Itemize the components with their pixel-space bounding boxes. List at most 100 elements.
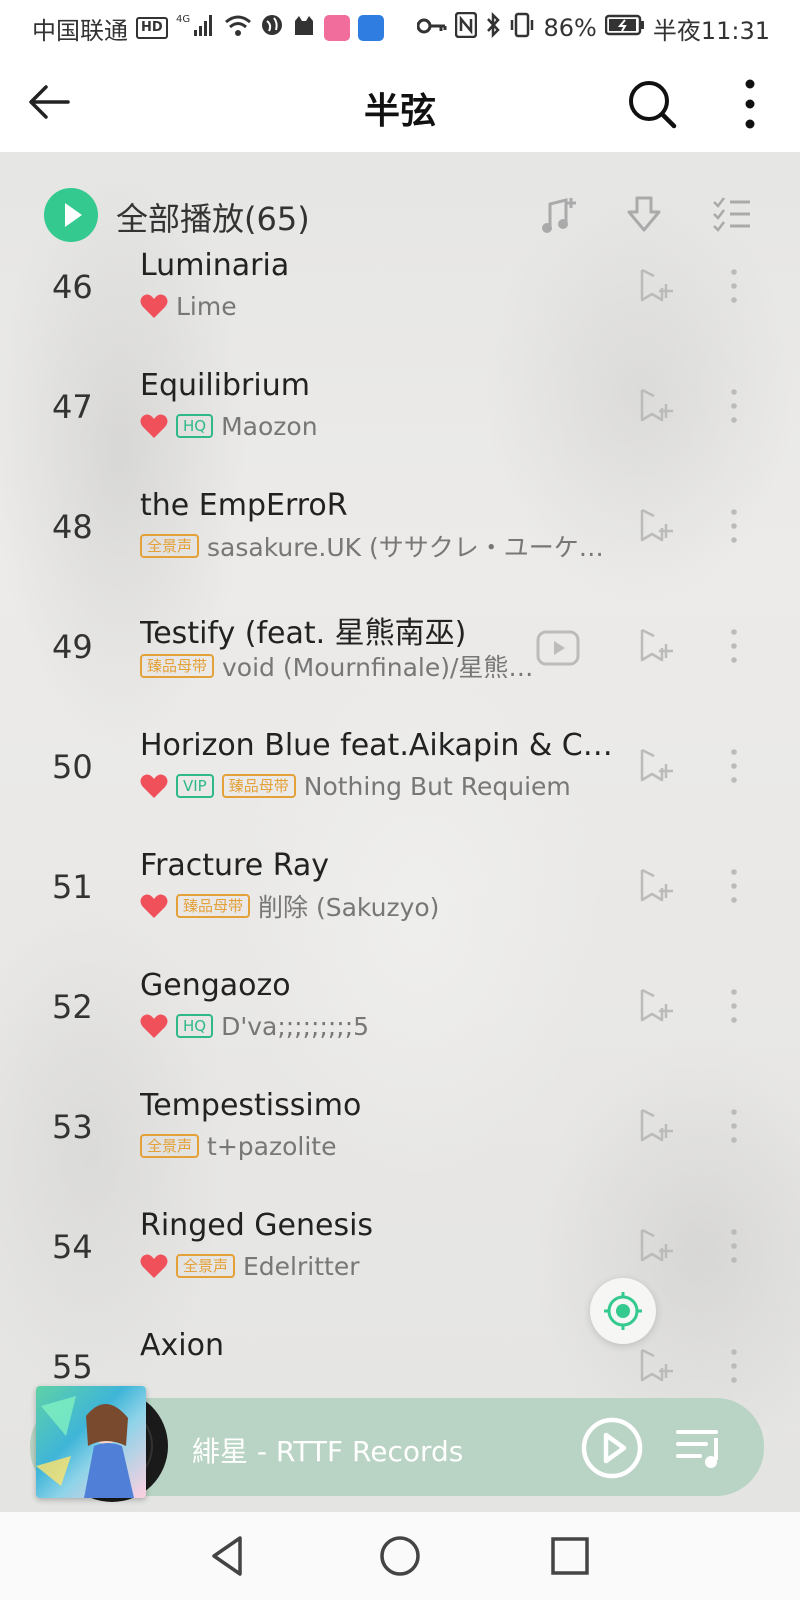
vibrate-icon: [509, 12, 535, 44]
add-to-playlist-icon[interactable]: [638, 1226, 676, 1266]
triangle-back-icon: [212, 1536, 242, 1576]
liked-heart-icon[interactable]: [140, 413, 168, 439]
quality-tag: 全景声: [140, 534, 200, 558]
song-meta: 臻品母带 削除 (Sakuzyo): [140, 890, 610, 922]
song-title: Equilibrium: [140, 368, 310, 403]
liked-heart-icon[interactable]: [140, 1013, 168, 1039]
song-row[interactable]: 47 Equilibrium HQ Maozon: [0, 364, 800, 484]
add-to-playlist-icon[interactable]: [638, 266, 676, 306]
add-to-playlist-icon[interactable]: [638, 1346, 676, 1386]
quality-tag: HQ: [176, 1014, 214, 1038]
song-title: Tempestissimo: [140, 1088, 362, 1123]
liked-heart-icon[interactable]: [140, 893, 168, 919]
song-index: 51: [52, 868, 93, 906]
music-add-icon[interactable]: [538, 192, 582, 236]
quality-tag: 全景声: [140, 1134, 200, 1158]
add-to-playlist-icon[interactable]: [638, 386, 676, 426]
song-more-icon[interactable]: [726, 1106, 742, 1146]
song-row[interactable]: 54 Ringed Genesis 全景声 Edelritter: [0, 1204, 800, 1324]
song-artist: Maozon: [221, 411, 318, 441]
carrier-label: 中国联通: [32, 16, 128, 45]
song-title: Horizon Blue feat.Aikapin & Ch…: [140, 728, 616, 763]
search-button[interactable]: [624, 76, 680, 132]
add-to-playlist-icon[interactable]: [638, 506, 676, 546]
song-row[interactable]: 48 the EmpErroR 全景声 sasakure.UK (ササクレ・ユーケ…: [0, 484, 800, 604]
song-artist: Edelritter: [243, 1251, 360, 1281]
battery-icon: [604, 14, 645, 42]
song-meta: HQ D'va;;;;;;;;;5: [140, 1010, 610, 1042]
song-row[interactable]: 51 Fracture Ray 臻品母带 削除 (Sakuzyo): [0, 844, 800, 964]
song-row[interactable]: 49 Testify (feat. 星熊南巫) 臻品母带 void (Mournfin…: [0, 604, 800, 724]
song-index: 46: [52, 268, 93, 306]
battery-percent: 86%: [543, 14, 597, 42]
song-more-icon[interactable]: [726, 626, 742, 666]
status-right: 86% 半夜11:31: [416, 11, 770, 46]
song-artist: 削除 (Sakuzyo): [258, 893, 440, 922]
song-more-icon[interactable]: [726, 1346, 742, 1386]
nav-recents-button[interactable]: [546, 1532, 594, 1580]
song-title: the EmpErroR: [140, 488, 348, 523]
song-row[interactable]: 52 Gengaozo HQ D'va;;;;;;;;;5: [0, 964, 800, 1084]
song-more-icon[interactable]: [726, 986, 742, 1026]
song-row[interactable]: 46 Luminaria Lime: [0, 244, 800, 364]
song-artist: Lime: [176, 291, 237, 321]
quality-tag: 臻品母带: [176, 894, 251, 918]
add-to-playlist-icon[interactable]: [638, 1106, 676, 1146]
song-index: 47: [52, 388, 93, 426]
song-more-icon[interactable]: [726, 1226, 742, 1266]
song-more-icon[interactable]: [726, 266, 742, 306]
status-bar: 中国联通 HD 4G 86% 半夜11:31: [0, 0, 800, 56]
square-recents-icon: [551, 1537, 589, 1575]
more-vertical-icon: [745, 79, 755, 129]
song-title: Ringed Genesis: [140, 1208, 374, 1243]
quality-tag: 全景声: [176, 1254, 236, 1278]
globe-icon: [260, 13, 284, 43]
song-index: 49: [52, 628, 93, 666]
liked-heart-icon[interactable]: [140, 293, 168, 319]
mini-play-button[interactable]: [580, 1416, 644, 1480]
quality-tag: 臻品母带: [140, 654, 215, 678]
quality-tag: HQ: [176, 414, 214, 438]
playlist-content: 全部播放(65) 46 Luminaria Lime 47 Equilibrium HQ M…: [0, 152, 800, 1512]
song-more-icon[interactable]: [726, 386, 742, 426]
bilibili-app-icon: [323, 15, 350, 41]
signal-icon: 4G: [176, 12, 216, 44]
bluetooth-icon: [485, 11, 501, 44]
locate-icon: [604, 1292, 642, 1330]
play-all-bar: 全部播放(65): [0, 180, 800, 252]
song-title: Luminaria: [140, 248, 290, 283]
clock-time: 半夜11:31: [652, 16, 770, 45]
playlist-queue-button[interactable]: [676, 1426, 726, 1470]
play-all-button[interactable]: [44, 188, 98, 242]
quality-tag: VIP: [176, 774, 214, 798]
song-row[interactable]: 53 Tempestissimo 全景声 t+pazolite: [0, 1084, 800, 1204]
multi-select-icon[interactable]: [710, 192, 754, 236]
album-cover[interactable]: [36, 1386, 146, 1498]
play-all-label[interactable]: 全部播放(65): [116, 194, 310, 240]
shield-app-icon: [357, 15, 384, 41]
circle-home-icon: [380, 1536, 420, 1576]
now-playing-title[interactable]: 緋星 - RTTF Records: [192, 1430, 562, 1470]
nav-back-button[interactable]: [204, 1532, 252, 1580]
liked-heart-icon[interactable]: [140, 1253, 168, 1279]
song-more-icon[interactable]: [726, 746, 742, 786]
song-more-icon[interactable]: [726, 506, 742, 546]
add-to-playlist-icon[interactable]: [638, 986, 676, 1026]
locate-current-button[interactable]: [590, 1278, 656, 1344]
add-to-playlist-icon[interactable]: [638, 746, 676, 786]
song-title: Fracture Ray: [140, 848, 330, 883]
status-left: 中国联通 HD 4G: [32, 11, 384, 46]
wifi-icon: [224, 13, 252, 43]
song-more-icon[interactable]: [726, 866, 742, 906]
back-button[interactable]: [24, 76, 76, 128]
add-to-playlist-icon[interactable]: [638, 626, 676, 666]
download-icon[interactable]: [622, 192, 666, 236]
song-artist: D'va;;;;;;;;;5: [221, 1011, 370, 1041]
add-to-playlist-icon[interactable]: [638, 866, 676, 906]
liked-heart-icon[interactable]: [140, 773, 168, 799]
music-video-icon[interactable]: [536, 630, 580, 666]
song-row[interactable]: 50 Horizon Blue feat.Aikapin & Ch… VIP 臻品母带…: [0, 724, 800, 844]
nav-home-button[interactable]: [376, 1532, 424, 1580]
more-options-button[interactable]: [732, 76, 768, 132]
song-index: 55: [52, 1348, 93, 1386]
